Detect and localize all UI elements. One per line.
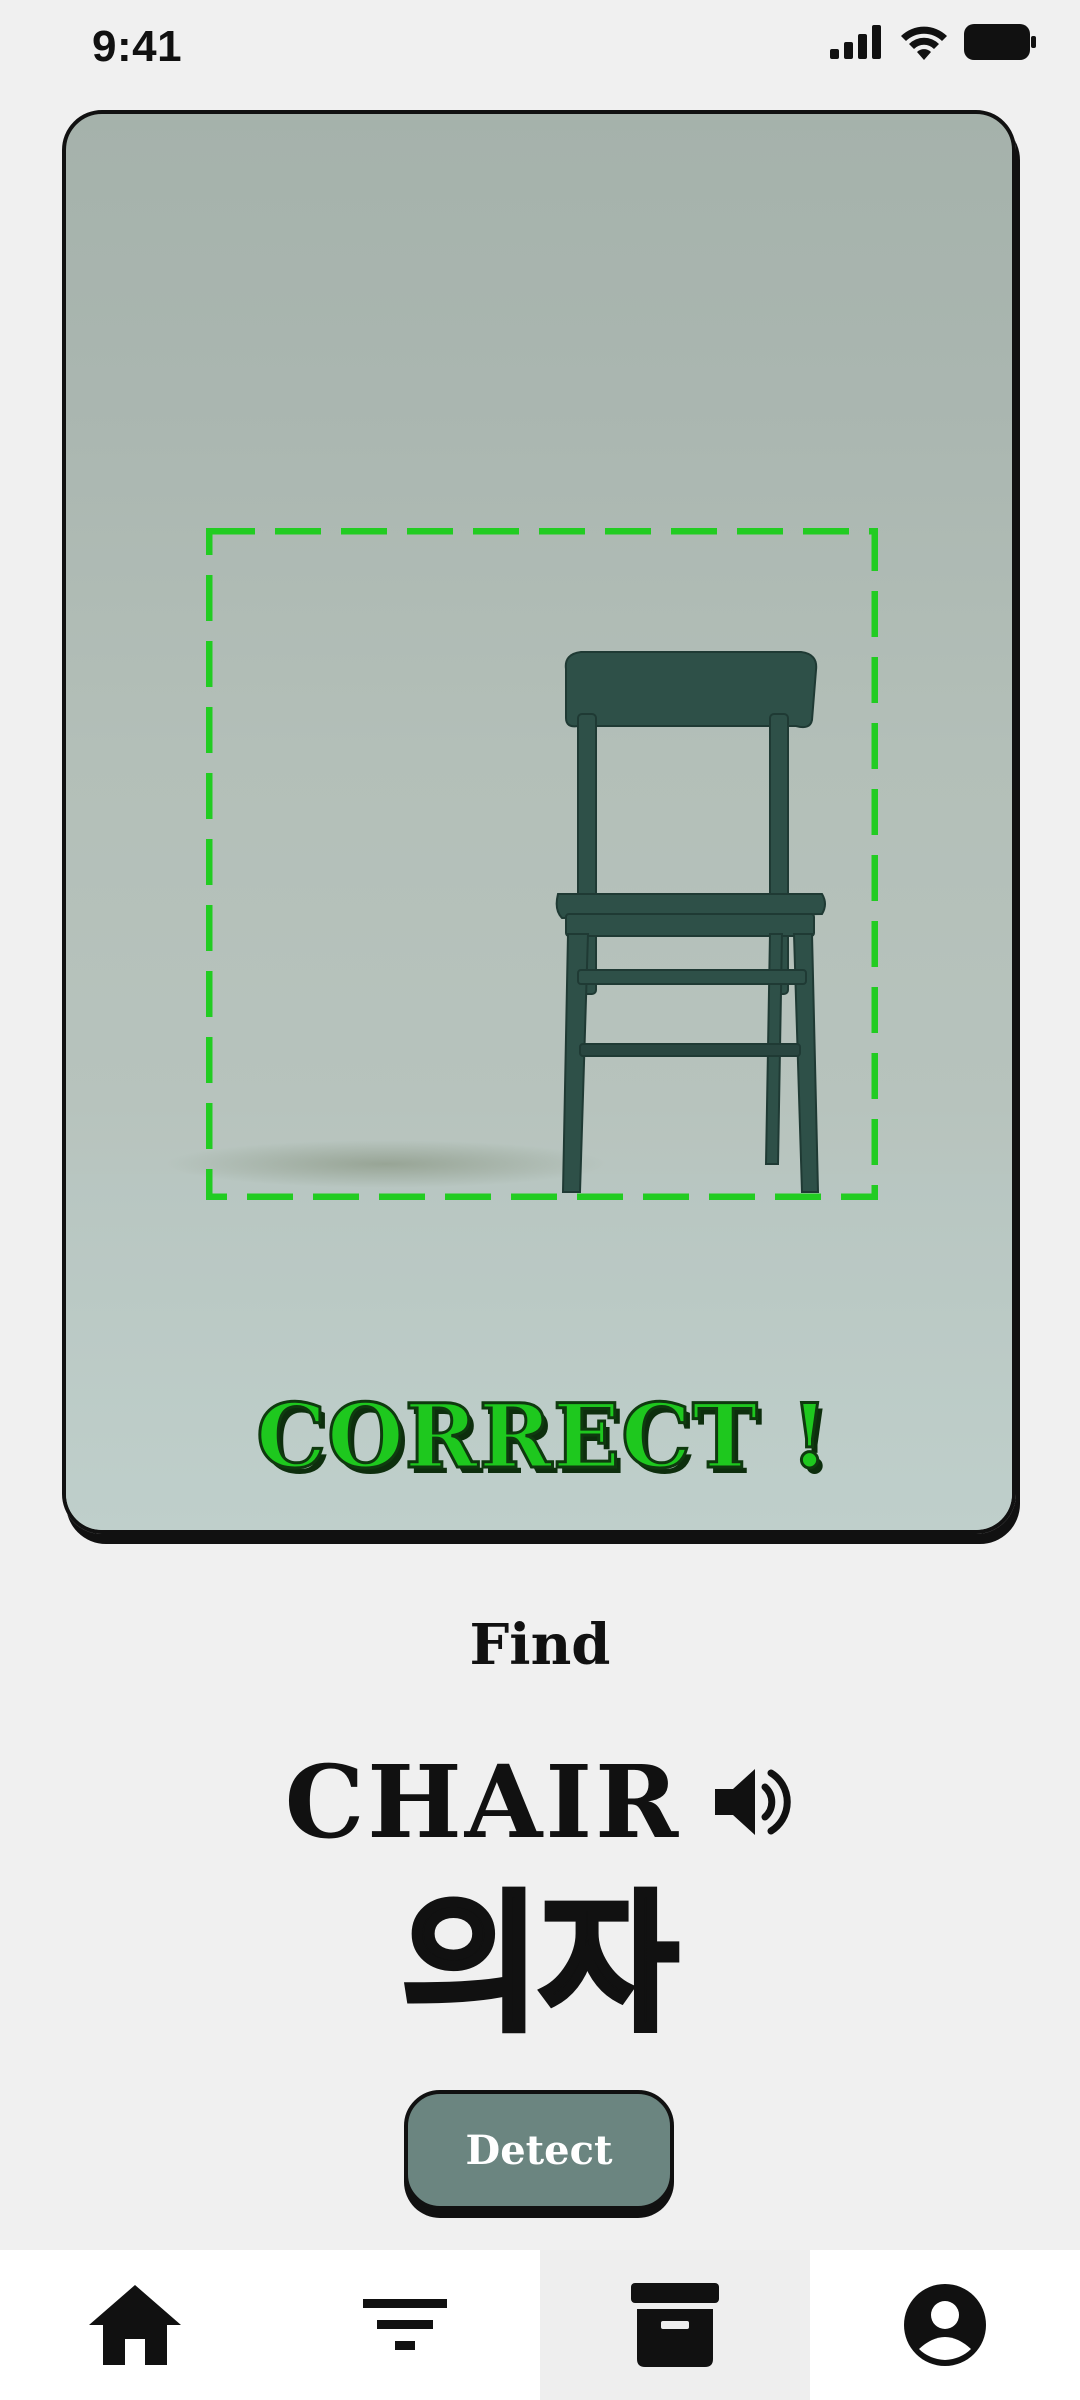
filter-icon <box>363 2299 447 2350</box>
home-icon <box>89 2285 181 2365</box>
wifi-icon <box>900 24 948 64</box>
nav-filter[interactable] <box>270 2250 540 2400</box>
speaker-icon[interactable] <box>709 1759 795 1845</box>
result-text: CORRECT ! <box>255 1383 831 1490</box>
camera-preview[interactable]: CORRECT ! <box>62 110 1016 1534</box>
archive-icon <box>631 2283 719 2367</box>
status-time: 9:41 <box>92 22 183 71</box>
detect-button[interactable]: Detect <box>404 2090 674 2210</box>
account-icon <box>904 2284 986 2366</box>
nav-archive[interactable] <box>540 2250 810 2400</box>
nav-account[interactable] <box>810 2250 1080 2400</box>
target-word: CHAIR <box>284 1743 682 1861</box>
find-label: Find <box>469 1612 611 1678</box>
target-row: CHAIR <box>0 1752 1080 1852</box>
battery-icon <box>964 24 1036 64</box>
target-translation: 의자 <box>399 1878 681 2052</box>
nav-home[interactable] <box>0 2250 270 2400</box>
status-bar: 9:41 <box>0 0 1080 100</box>
status-icons <box>830 22 1036 66</box>
bottom-nav <box>0 2250 1080 2400</box>
detection-box <box>206 528 878 1200</box>
signal-icon <box>830 25 884 63</box>
